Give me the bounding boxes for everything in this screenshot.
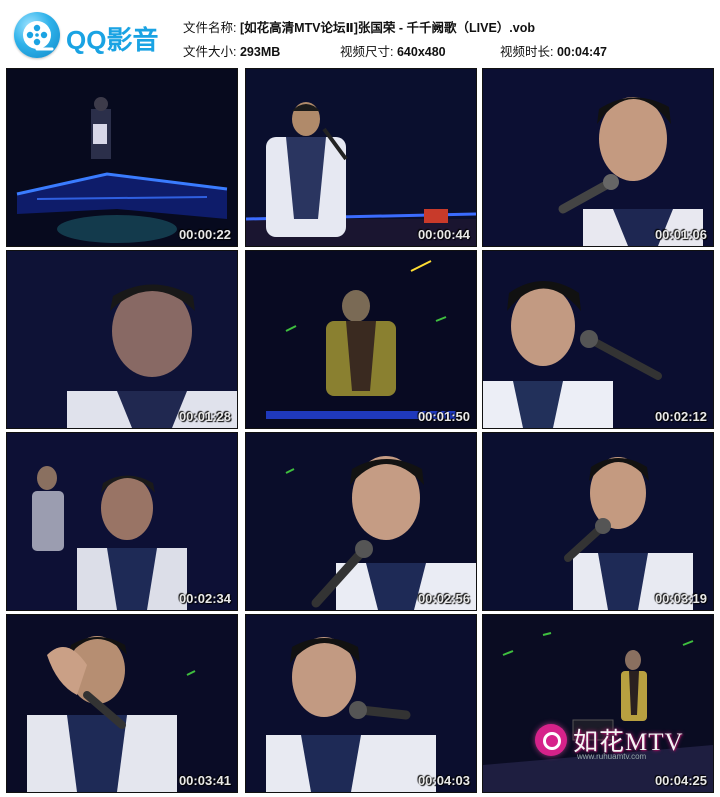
timestamp: 00:01:28 [178, 409, 231, 424]
timestamp: 00:04:03 [417, 773, 470, 788]
timestamp: 00:02:12 [654, 409, 707, 424]
thumbnail[interactable]: 00:04:03 [245, 614, 477, 793]
timestamp: 00:01:06 [654, 227, 707, 242]
filesize-value: 293MB [239, 45, 281, 59]
filename-value: [如花高清MTV论坛Ⅱ]张国荣 - 千千阙歌（LIVE）.vob [239, 21, 536, 35]
thumbnail[interactable]: 00:03:19 [482, 432, 714, 611]
qq-player-logo: QQ影音 [14, 12, 174, 58]
thumbnail[interactable]: 00:01:50 [245, 250, 477, 429]
filesize-row: 文件大小: 293MB [183, 41, 280, 60]
filesize-label: 文件大小: [183, 45, 237, 59]
thumbnail[interactable]: 00:01:28 [6, 250, 238, 429]
film-reel-icon [14, 12, 60, 58]
timestamp: 00:03:19 [654, 591, 707, 606]
timestamp: 00:02:34 [178, 591, 231, 606]
thumbnail[interactable]: 00:02:12 [482, 250, 714, 429]
dimensions-value: 640x480 [396, 45, 446, 59]
timestamp: 00:00:44 [417, 227, 470, 242]
filename-row: 文件名称: [如花高清MTV论坛Ⅱ]张国荣 - 千千阙歌（LIVE）.vob [183, 17, 535, 36]
thumbnail[interactable]: 00:00:22 [6, 68, 238, 247]
timestamp: 00:04:25 [654, 773, 707, 788]
duration-value: 00:04:47 [556, 45, 608, 59]
timestamp: 00:02:56 [417, 591, 470, 606]
dimensions-label: 视频尺寸: [340, 45, 394, 59]
ruhua-mtv-watermark: 如花MTV www.ruhuamtv.com [535, 720, 705, 764]
timestamp: 00:00:22 [178, 227, 231, 242]
timestamp: 00:01:50 [417, 409, 470, 424]
thumbnail[interactable]: 00:00:44 [245, 68, 477, 247]
thumbnail[interactable]: 00:02:34 [6, 432, 238, 611]
thumbnail-grid: 00:00:22 00:00:44 00:01:06 00:01:28 00:0… [6, 68, 716, 793]
logo-text: QQ影音 [66, 25, 159, 55]
duration-row: 视频时长: 00:04:47 [500, 41, 607, 60]
info-header: QQ影音 文件名称: [如花高清MTV论坛Ⅱ]张国荣 - 千千阙歌（LIVE）.… [0, 0, 720, 66]
ruhua-logo-icon [535, 724, 567, 756]
watermark-url: www.ruhuamtv.com [577, 752, 647, 761]
filename-label: 文件名称: [183, 21, 237, 35]
thumbnail[interactable]: 00:02:56 [245, 432, 477, 611]
dimensions-row: 视频尺寸: 640x480 [340, 41, 446, 60]
thumbnail[interactable]: 00:03:41 [6, 614, 238, 793]
thumbnail[interactable]: 如花MTV www.ruhuamtv.com 00:04:25 [482, 614, 714, 793]
thumbnail[interactable]: 00:01:06 [482, 68, 714, 247]
timestamp: 00:03:41 [178, 773, 231, 788]
duration-label: 视频时长: [500, 45, 554, 59]
